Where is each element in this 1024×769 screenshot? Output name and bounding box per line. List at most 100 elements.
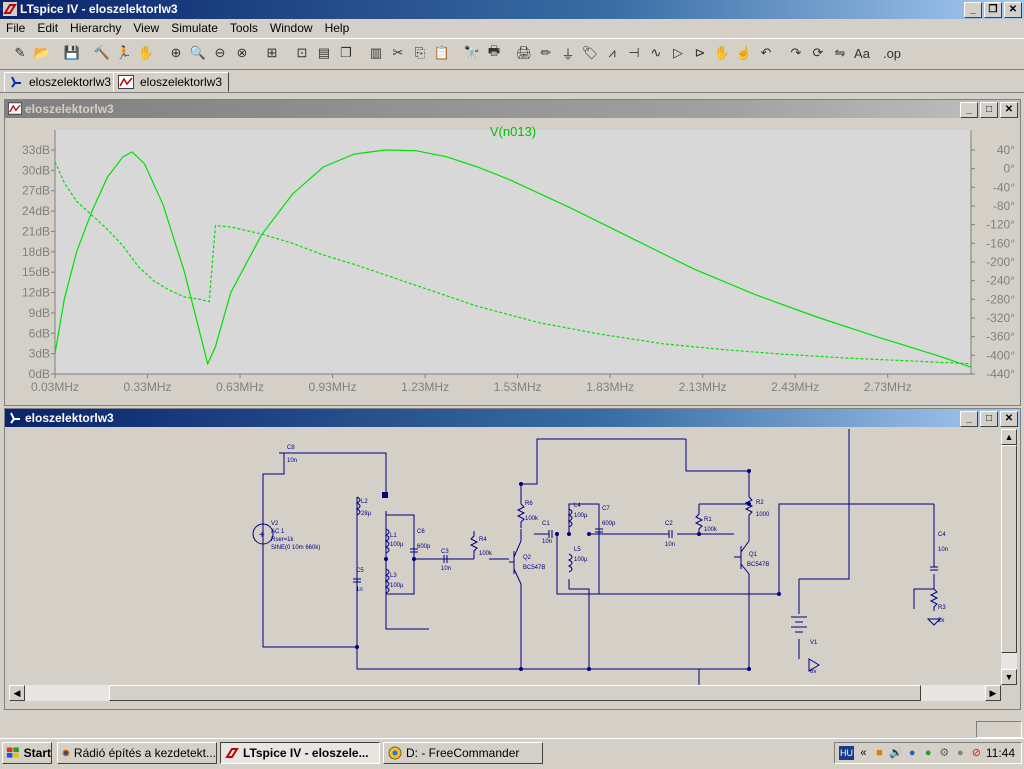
autorange-icon[interactable]: ⊞ — [262, 43, 282, 63]
resistor-r6[interactable] — [516, 503, 526, 528]
resistor-r4[interactable] — [469, 531, 479, 559]
text-icon[interactable]: Aa — [852, 43, 872, 63]
inductor-l5[interactable] — [567, 553, 573, 573]
battery-v1[interactable] — [791, 616, 807, 633]
zoom-out-icon[interactable]: ⊖ — [210, 43, 230, 63]
menu-hierarchy[interactable]: Hierarchy — [64, 19, 127, 37]
cascade-icon[interactable]: ❐ — [336, 43, 356, 63]
vertical-scroll-thumb[interactable] — [1001, 445, 1017, 653]
waveform-minimize-button[interactable]: _ — [960, 102, 978, 118]
redo-icon[interactable]: ↷ — [786, 43, 806, 63]
undo-icon[interactable]: ↶ — [756, 43, 776, 63]
scroll-up-button[interactable]: ▲ — [1001, 429, 1017, 445]
scroll-down-button[interactable]: ▼ — [1001, 669, 1017, 685]
copy-icon[interactable]: ⎘ — [410, 43, 430, 63]
open-icon[interactable]: 📂 — [32, 43, 52, 63]
capacitor-icon[interactable]: ⊣ — [624, 43, 644, 63]
inductor-icon[interactable]: ∿ — [646, 43, 666, 63]
ltspice-app-icon — [3, 2, 17, 16]
resistor-r2[interactable] — [744, 496, 754, 519]
menu-simulate[interactable]: Simulate — [165, 19, 224, 37]
run-icon[interactable]: 🏃 — [114, 43, 134, 63]
transistor-q1[interactable] — [734, 540, 750, 575]
menu-file[interactable]: File — [0, 19, 31, 37]
scroll-left-button[interactable]: ◀ — [9, 685, 25, 701]
cut-icon[interactable]: ✂ — [388, 43, 408, 63]
menu-window[interactable]: Window — [264, 19, 319, 37]
component-icon[interactable]: ⊳ — [690, 43, 710, 63]
zoom-area-icon[interactable]: 🔍 — [188, 43, 208, 63]
task-firefox[interactable]: Rádió építés a kezdetekt... — [57, 742, 217, 764]
spice-directive-icon[interactable]: .op — [882, 43, 902, 63]
tile-horizontal-icon[interactable]: ▤ — [314, 43, 334, 63]
resistor-r3[interactable] — [929, 588, 939, 611]
app-title-bar[interactable]: LTspice IV - eloszelektorlw3 _ ❐ ✕ — [0, 0, 1024, 19]
scroll-right-button[interactable]: ▶ — [985, 685, 1001, 701]
update-icon[interactable]: ● — [954, 746, 967, 760]
resistor-r1[interactable] — [694, 504, 704, 534]
menu-tools[interactable]: Tools — [224, 19, 264, 37]
mirror-icon[interactable]: ⇋ — [830, 43, 850, 63]
menu-help[interactable]: Help — [319, 19, 356, 37]
schematic-maximize-button[interactable]: □ — [980, 411, 998, 427]
tile-vertical-icon[interactable]: ▥ — [366, 43, 386, 63]
label-net-icon[interactable]: 🏷 — [580, 43, 600, 63]
transistor-q2[interactable] — [509, 540, 522, 585]
menu-view[interactable]: View — [127, 19, 165, 37]
close-button[interactable]: ✕ — [1004, 2, 1022, 18]
capacitor-c2[interactable] — [668, 530, 673, 538]
schematic-canvas[interactable]: + C8 10n L2 28µ V2 AC 1 Rser=1k SINE(0 1… — [9, 429, 1001, 685]
start-button[interactable]: Start — [2, 742, 52, 764]
chevron-left-icon[interactable]: « — [857, 746, 870, 760]
capacitor-c4[interactable] — [930, 566, 938, 571]
capacitor-c1[interactable] — [548, 530, 553, 538]
paste-icon[interactable]: 📋 — [432, 43, 452, 63]
block-icon[interactable]: ⊘ — [970, 746, 983, 760]
print-icon[interactable]: 🖨 — [514, 43, 534, 63]
zoom-in-icon[interactable]: ⊕ — [166, 43, 186, 63]
drag-icon[interactable]: ☝ — [734, 43, 754, 63]
trace-title[interactable]: V(n013) — [490, 124, 536, 139]
halt-icon[interactable]: ✋ — [136, 43, 156, 63]
restore-button[interactable]: ❐ — [984, 2, 1002, 18]
rotate-icon[interactable]: ⟳ — [808, 43, 828, 63]
tab-schematic[interactable]: eloszelektorlw3 — [4, 72, 119, 92]
language-indicator[interactable]: HU — [839, 746, 854, 760]
security-icon[interactable]: ● — [922, 746, 935, 760]
menu-edit[interactable]: Edit — [31, 19, 64, 37]
network-icon[interactable]: ● — [906, 746, 919, 760]
new-schematic-icon[interactable]: ✎ — [10, 43, 30, 63]
waveform-window-title-bar[interactable]: eloszelektorlw3 _ □ ✕ — [5, 100, 1020, 118]
schematic-window-title-bar[interactable]: eloszelektorlw3 _ □ ✕ — [5, 409, 1020, 427]
volume-icon[interactable]: 🔊 — [889, 746, 903, 760]
schematic-minimize-button[interactable]: _ — [960, 411, 978, 427]
task-ltspice[interactable]: LTspice IV - eloszele... — [220, 742, 380, 764]
y-right-tick-label: -80° — [993, 199, 1015, 213]
bode-plot[interactable]: V(n013) 0dB 3dB 6dB 9dB 12dB 15dB 18dB 21dB 24dB… — [9, 120, 1017, 400]
save-icon[interactable]: 💾 — [62, 43, 82, 63]
schematic-vertical-scrollbar[interactable]: ▲ ▼ — [1001, 429, 1017, 685]
move-icon[interactable]: ✋ — [712, 43, 732, 63]
schematic-horizontal-scrollbar[interactable]: ◀ ▶ — [9, 685, 1001, 701]
waveform-maximize-button[interactable]: □ — [980, 102, 998, 118]
zoom-cancel-icon[interactable]: ⊗ — [232, 43, 252, 63]
settings-icon[interactable]: ⚙ — [938, 746, 951, 760]
diode-icon[interactable]: ▷ — [668, 43, 688, 63]
find-icon[interactable]: 🔭 — [462, 43, 482, 63]
resistor-icon[interactable]: ⩘ — [602, 43, 622, 63]
tab-waveform-label: eloszelektorlw3 — [140, 75, 223, 89]
grid-icon[interactable]: ⊡ — [292, 43, 312, 63]
waveform-close-button[interactable]: ✕ — [1000, 102, 1018, 118]
app-tray-icon[interactable]: ■ — [873, 746, 886, 760]
draw-wire-icon[interactable]: ✏ — [536, 43, 556, 63]
minimize-button[interactable]: _ — [964, 2, 982, 18]
task-freecommander[interactable]: D: - FreeCommander — [383, 742, 543, 764]
junctions — [355, 469, 781, 671]
schematic-close-button[interactable]: ✕ — [1000, 411, 1018, 427]
print-preview-icon[interactable]: 🖶 — [484, 43, 504, 63]
horizontal-scroll-thumb[interactable] — [109, 685, 921, 701]
control-panel-icon[interactable]: 🔨 — [92, 43, 112, 63]
tab-waveform[interactable]: eloszelektorlw3 — [113, 72, 230, 92]
schematic-drawing[interactable]: + C8 10n L2 28µ V2 AC 1 Rser=1k SINE(0 1… — [9, 429, 1001, 685]
ground-icon[interactable]: ⏚ — [558, 43, 578, 63]
